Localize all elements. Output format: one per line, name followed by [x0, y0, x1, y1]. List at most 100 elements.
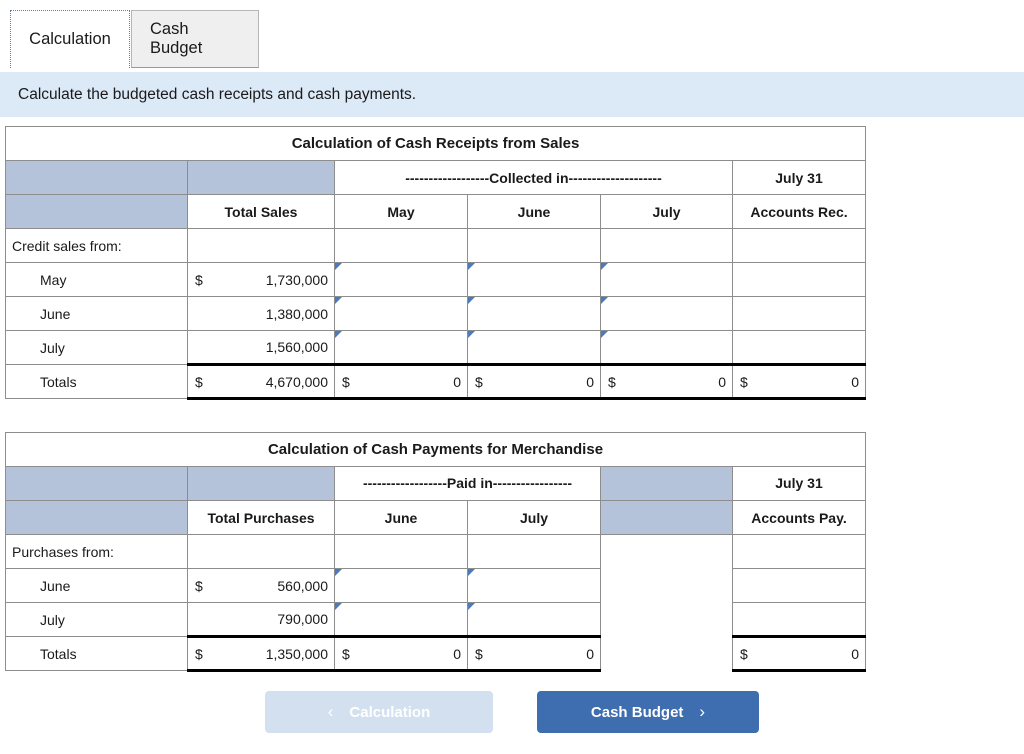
wizard-nav: ‹ Calculation Cash Budget ›	[0, 688, 1024, 736]
table2-totals-accounts-pay: $ 0	[732, 635, 866, 672]
table2-totals-purchases: $ 1,350,000	[187, 635, 335, 672]
table1-section-row: Credit sales from:	[5, 228, 867, 263]
table1-totals-may: $ 0	[334, 363, 468, 400]
tab-cash-budget-label: Cash Budget	[150, 20, 203, 57]
table1-title: Calculation of Cash Receipts from Sales	[4, 126, 867, 161]
table2-hdr-blank-3	[600, 466, 733, 501]
input-may-collected-july[interactable]	[600, 262, 733, 297]
table2-spacer-june	[600, 568, 733, 603]
table2-spacer-july	[600, 602, 733, 637]
input-july-paid-june[interactable]	[334, 602, 468, 637]
input-june-collected-july[interactable]	[600, 296, 733, 331]
input-july-collected-july[interactable]	[600, 330, 733, 365]
table2-row-total-july-value: 790,000	[277, 611, 328, 627]
dollar-sign: $	[475, 373, 483, 390]
dollar-sign: $	[342, 645, 350, 662]
table2-column-header-row: Total Purchases June July Accounts Pay.	[5, 500, 866, 535]
table1-section-c3	[334, 228, 468, 263]
chevron-left-icon: ‹	[327, 702, 334, 721]
table1-row-total-june-value: 1,380,000	[265, 305, 328, 322]
table1-totals-may-value: 0	[453, 373, 461, 390]
table1-ar-july	[731, 330, 867, 365]
prev-calculation-button[interactable]: ‹ Calculation	[265, 691, 493, 733]
dollar-sign: $	[195, 271, 203, 288]
table1-totals-label: Totals	[5, 364, 188, 399]
table2-row-label-june: June	[5, 568, 188, 603]
table1-totals-june: $ 0	[467, 363, 601, 400]
table2-totals-ap-value: 0	[851, 645, 859, 662]
table1-totals-june-value: 0	[586, 373, 594, 390]
table2-section-c4	[467, 534, 601, 569]
table2-colhdr-blank-2	[600, 500, 733, 535]
table2-section-c2	[187, 534, 335, 569]
table1-row-total-july-value: 1,560,000	[265, 339, 328, 355]
dollar-sign: $	[740, 645, 748, 662]
table1-row-label-may: May	[5, 262, 188, 297]
table1-section-c4	[467, 228, 601, 263]
table1-july31-header: July 31	[731, 160, 867, 195]
table2-totals-row: Totals $ 1,350,000 $ 0 $ 0 $ 0	[5, 635, 866, 672]
input-june-paid-june[interactable]	[334, 568, 468, 603]
table1-ar-june	[731, 296, 867, 331]
table2-row-label-july: July	[5, 602, 188, 637]
table1-colhdr-blank	[5, 194, 188, 229]
table1-row-total-june: 1,380,000	[187, 296, 335, 331]
table2-colhdr-blank	[5, 500, 188, 535]
input-june-collected-may[interactable]	[334, 296, 468, 331]
table1-hdr-blank-2	[187, 160, 335, 195]
table2-title-row: Calculation of Cash Payments for Merchan…	[5, 432, 866, 467]
table2-july31-header: July 31	[732, 466, 866, 501]
table2-row-total-june: $ 560,000	[187, 568, 335, 603]
table1-totals-july: $ 0	[600, 363, 733, 400]
input-june-paid-july[interactable]	[467, 568, 601, 603]
tab-cash-budget[interactable]: Cash Budget	[131, 10, 259, 68]
table1-totals-sales: $ 4,670,000	[187, 363, 335, 400]
table2-totals-june: $ 0	[334, 635, 468, 672]
input-may-collected-may[interactable]	[334, 262, 468, 297]
table1-row-label-june: June	[5, 296, 188, 331]
table1-title-row: Calculation of Cash Receipts from Sales	[4, 126, 867, 161]
table1-totals-accounts-rec: $ 0	[731, 363, 867, 400]
table2-section-c6	[732, 534, 866, 569]
table1-colhdr-total-sales: Total Sales	[187, 194, 335, 229]
input-july-collected-may[interactable]	[334, 330, 468, 365]
input-july-paid-july[interactable]	[467, 602, 601, 637]
table-row: June $ 560,000	[5, 568, 866, 603]
table2-colhdr-accounts-pay: Accounts Pay.	[732, 500, 866, 535]
table2-totals-purchases-value: 1,350,000	[265, 645, 328, 662]
input-july-collected-june[interactable]	[467, 330, 601, 365]
table2-totals-label: Totals	[5, 636, 188, 671]
table1-ar-may	[731, 262, 867, 297]
table2-colhdr-july: July	[467, 500, 601, 535]
cash-payments-grid: Calculation of Cash Payments for Merchan…	[5, 432, 866, 672]
next-button-label: Cash Budget	[590, 703, 684, 721]
table-row: June 1,380,000	[5, 296, 867, 331]
table2-hdr-blank-1	[5, 466, 188, 501]
table2-ap-july	[732, 602, 866, 637]
table1-row-total-may-value: 1,730,000	[265, 271, 328, 288]
table-row: July 1,560,000	[5, 330, 867, 365]
chevron-right-icon: ›	[699, 702, 706, 721]
dollar-sign: $	[195, 577, 203, 594]
table1-section-c5	[600, 228, 733, 263]
input-may-collected-june[interactable]	[467, 262, 601, 297]
table1-totals-sales-value: 4,670,000	[265, 373, 328, 390]
tab-calculation[interactable]: Calculation	[10, 10, 130, 68]
table2-title: Calculation of Cash Payments for Merchan…	[5, 432, 866, 467]
table1-column-header-row: Total Sales May June July Accounts Rec.	[5, 194, 867, 229]
next-cash-budget-button[interactable]: Cash Budget ›	[537, 691, 759, 733]
dollar-sign: $	[195, 373, 203, 390]
table2-section-row: Purchases from:	[5, 534, 866, 569]
dollar-sign: $	[342, 373, 350, 390]
table1-colhdr-may: May	[334, 194, 468, 229]
table2-hdr-blank-2	[187, 466, 335, 501]
dollar-sign: $	[740, 373, 748, 390]
tab-calculation-label: Calculation	[29, 30, 111, 48]
table2-colhdr-june: June	[334, 500, 468, 535]
table2-section-label: Purchases from:	[5, 534, 188, 569]
cash-receipts-grid: Calculation of Cash Receipts from Sales …	[4, 126, 867, 400]
table1-section-c6	[731, 228, 867, 263]
input-june-collected-june[interactable]	[467, 296, 601, 331]
table1-collected-in-header: ------------------Collected in----------…	[334, 160, 733, 195]
table2-totals-spacer	[600, 636, 733, 671]
